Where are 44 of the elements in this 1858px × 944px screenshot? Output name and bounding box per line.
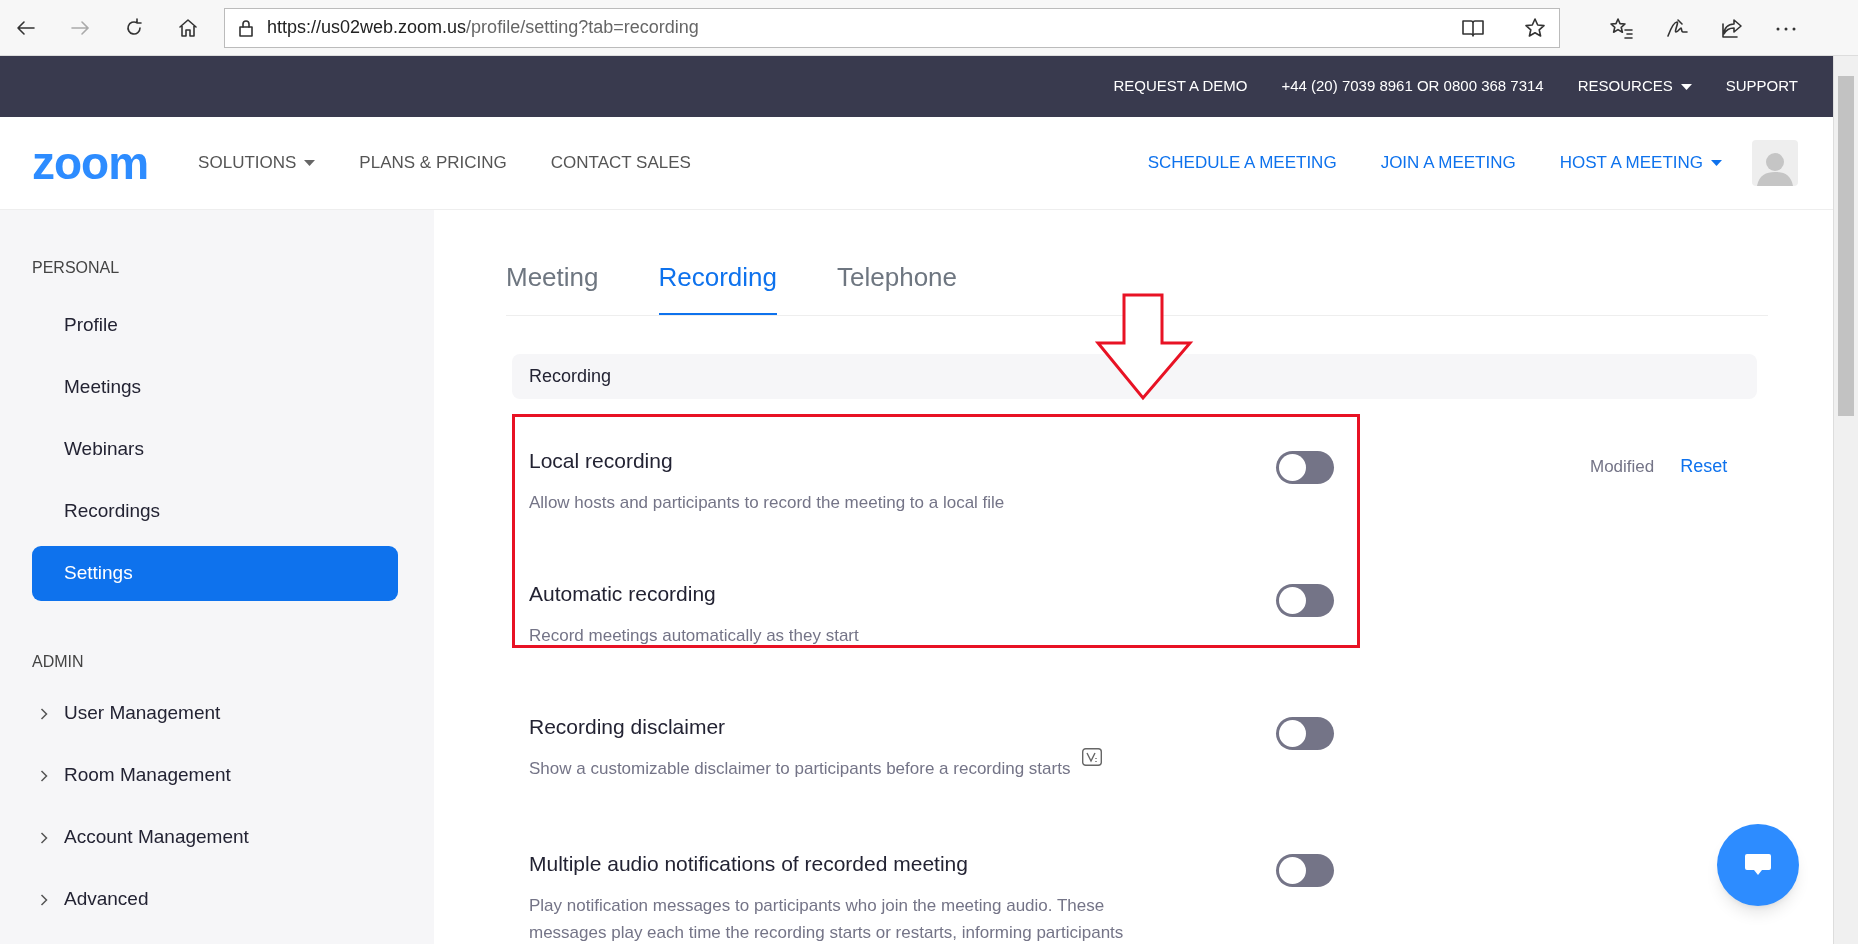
- sidebar-item[interactable]: Room Management: [32, 748, 398, 803]
- nav-link[interactable]: CONTACT SALES: [550, 150, 691, 176]
- sidebar-item[interactable]: Advanced: [32, 872, 398, 927]
- setting-title: Local recording: [529, 448, 674, 474]
- toggle-switch[interactable]: [1276, 854, 1334, 887]
- setting-title: Multiple audio notifications of recorded meeting: [529, 851, 969, 877]
- sidebar-item[interactable]: Webinars: [32, 422, 398, 477]
- setting-description: Record meetings automatically as they start: [529, 624, 859, 647]
- lock-icon: [237, 17, 255, 38]
- star-icon[interactable]: [1523, 15, 1547, 40]
- top-link[interactable]: REQUEST A DEMO: [1113, 75, 1248, 98]
- favorites-icon[interactable]: [1608, 15, 1634, 40]
- reset-link[interactable]: Reset: [1680, 453, 1728, 480]
- tab[interactable]: Telephone: [837, 258, 957, 315]
- toggle-switch[interactable]: [1276, 584, 1334, 617]
- nav-link[interactable]: JOIN A MEETING: [1380, 150, 1516, 176]
- nav-link[interactable]: SCHEDULE A MEETING: [1147, 150, 1337, 176]
- sidebar-item[interactable]: Account Management: [32, 810, 398, 865]
- top-link[interactable]: +44 (20) 7039 8961 OR 0800 368 7314: [1281, 75, 1544, 98]
- section-title: Recording: [529, 365, 612, 388]
- sidebar-item[interactable]: Profile: [32, 298, 398, 353]
- section-heading: ADMIN: [32, 652, 85, 672]
- top-link[interactable]: RESOURCES: [1577, 75, 1692, 98]
- nav-link[interactable]: HOST A MEETING: [1559, 150, 1722, 176]
- setting-description: Show a customizable disclaimer to participants before a recording starts: [529, 757, 1071, 780]
- sidebar-item[interactable]: Meetings: [32, 360, 398, 415]
- scrollbar[interactable]: [1833, 56, 1858, 944]
- top-link[interactable]: SUPPORT: [1725, 75, 1798, 98]
- setting-title: Recording disclaimer: [529, 714, 727, 740]
- tab[interactable]: Meeting: [506, 258, 599, 315]
- modified-label: Modified: [1590, 456, 1655, 478]
- tab[interactable]: Recording: [658, 258, 777, 315]
- section-heading: PERSONAL: [32, 258, 121, 278]
- setting-description: Allow hosts and participants to record the meeting to a local file: [529, 491, 1005, 514]
- address-bar[interactable]: https://us02web.zoom.us/profile/setting?tab=recording: [224, 7, 1560, 48]
- sidebar-item[interactable]: Recordings: [32, 484, 398, 539]
- toggle-switch[interactable]: [1276, 451, 1334, 484]
- setting-description: Play notification messages to participants who join the meeting audio. These messages play each time the recording starts or restarts, informing participants: [529, 894, 1124, 944]
- toggle-switch[interactable]: [1276, 717, 1334, 750]
- nav-link[interactable]: SOLUTIONS: [198, 150, 316, 176]
- nav-link[interactable]: PLANS & PRICING: [359, 150, 507, 176]
- sidebar-item[interactable]: Settings: [32, 546, 398, 601]
- setting-title: Automatic recording: [529, 581, 717, 607]
- sidebar-item[interactable]: User Management: [32, 686, 398, 741]
